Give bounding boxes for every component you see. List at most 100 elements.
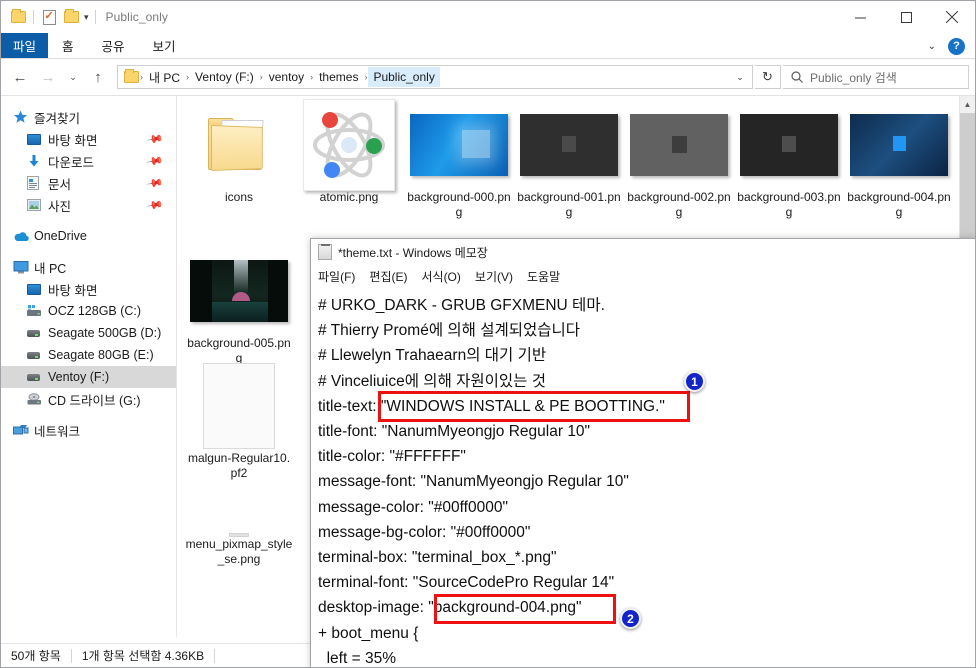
sidebar-item-drive-e[interactable]: Seagate 80GB (E:): [1, 344, 176, 366]
breadcrumb-item-themes[interactable]: themes: [314, 67, 363, 87]
breadcrumb-item-ventoy[interactable]: Ventoy (F:): [190, 67, 259, 87]
file-item-background-003[interactable]: background-003.png: [735, 100, 843, 220]
tab-share[interactable]: 공유: [88, 33, 139, 58]
sidebar-item-this-pc[interactable]: 내 PC: [1, 256, 176, 278]
address-dropdown-icon[interactable]: ⌄: [730, 72, 750, 83]
folder-icon[interactable]: [123, 69, 139, 83]
folder-thumbnail: [185, 100, 293, 190]
close-icon[interactable]: [929, 1, 975, 33]
file-item-background-001[interactable]: background-001.png: [515, 100, 623, 220]
sidebar-item-label: 문서: [48, 177, 72, 192]
selection-info: 1개 항목 선택함 4.36KB: [81, 649, 205, 663]
sidebar-item-documents[interactable]: 문서 📌: [1, 172, 176, 194]
back-button[interactable]: ←: [7, 64, 33, 90]
file-name: background-001.png: [517, 190, 621, 219]
file-thumbnail: [405, 100, 513, 190]
pin-icon[interactable]: 📌: [146, 152, 165, 171]
file-thumbnail: [295, 99, 403, 191]
text-line: left = 35%: [318, 649, 396, 667]
tab-file[interactable]: 파일: [1, 33, 49, 58]
sidebar-item-drive-c[interactable]: OCZ 128GB (C:): [1, 300, 176, 322]
blank-file-icon: [203, 363, 275, 449]
item-count: 50개 항목: [11, 649, 61, 663]
sidebar-item-downloads[interactable]: 다운로드 📌: [1, 150, 176, 172]
sidebar-item-label: 바탕 화면: [48, 283, 98, 298]
sidebar-item-label: Seagate 80GB (E:): [48, 348, 154, 362]
address-input[interactable]: › 내 PC › Ventoy (F:) › ventoy › themes ›…: [117, 65, 753, 89]
new-folder-icon[interactable]: [60, 6, 82, 28]
text-line: message-color: "#00ff0000": [318, 498, 508, 516]
scroll-up-icon[interactable]: ▲: [960, 96, 975, 113]
sidebar-item-drive-f-ventoy[interactable]: Ventoy (F:): [1, 366, 176, 388]
file-item-icons[interactable]: icons: [185, 100, 293, 205]
search-icon: [791, 71, 803, 83]
file-name: background-003.png: [737, 190, 841, 219]
image-preview: [850, 114, 948, 176]
file-item-background-005[interactable]: background-005.png: [185, 246, 293, 366]
recent-locations-icon[interactable]: ⌄: [63, 64, 83, 90]
status-divider: [70, 648, 72, 663]
text-line: title-color: "#FFFFFF": [318, 448, 466, 466]
breadcrumb-item-ventoy-folder[interactable]: ventoy: [264, 67, 309, 87]
tab-home[interactable]: 홈: [48, 33, 88, 58]
sidebar-item-label: 내 PC: [34, 261, 67, 276]
sidebar-item-cd-drive-g[interactable]: CD 드라이브 (G:): [1, 388, 176, 410]
minimize-icon[interactable]: [837, 1, 883, 33]
customize-caret-icon[interactable]: ▾: [82, 12, 91, 23]
window-controls: [837, 1, 975, 33]
sidebar-item-onedrive[interactable]: OneDrive: [1, 225, 176, 247]
search-input[interactable]: Public_only 검색: [783, 65, 969, 89]
breadcrumb-item-this-pc[interactable]: 내 PC: [144, 67, 185, 87]
file-item-atomic-png[interactable]: atomic.png: [295, 99, 403, 205]
file-thumbnail: [625, 100, 733, 190]
menu-format[interactable]: 서식(O): [421, 268, 460, 285]
pin-icon[interactable]: 📌: [146, 174, 165, 193]
menu-edit[interactable]: 편집(E): [369, 268, 407, 285]
file-name: background-000.png: [407, 190, 511, 219]
sidebar-item-pictures[interactable]: 사진 📌: [1, 194, 176, 216]
pin-icon[interactable]: 📌: [146, 130, 165, 149]
menu-view[interactable]: 보기(V): [475, 268, 513, 285]
sidebar-item-desktop[interactable]: 바탕 화면 📌: [1, 128, 176, 150]
tab-view[interactable]: 보기: [139, 33, 190, 58]
menu-file[interactable]: 파일(F): [318, 268, 355, 285]
annotation-box-desktop-image: [434, 594, 616, 624]
notepad-menu-bar: 파일(F) 편집(E) 서식(O) 보기(V) 도움말: [311, 265, 975, 287]
forward-button[interactable]: →: [35, 64, 61, 90]
sidebar-item-label: OCZ 128GB (C:): [48, 304, 142, 318]
file-thumbnail: [185, 501, 293, 537]
folder-icon[interactable]: [7, 6, 29, 28]
file-item-menu-pixmap[interactable]: menu_pixmap_style_se.png: [185, 501, 293, 567]
breadcrumb-item-public-only[interactable]: Public_only: [368, 67, 440, 87]
text-line: terminal-font: "SourceCodePro Regular 14…: [318, 574, 615, 592]
properties-icon[interactable]: [38, 6, 60, 28]
pin-icon[interactable]: 📌: [146, 196, 165, 215]
toolbar-divider: [94, 10, 96, 24]
chevron-down-icon[interactable]: ⌄: [924, 41, 940, 52]
up-button[interactable]: ↑: [85, 64, 111, 90]
file-item-background-004[interactable]: background-004.png: [845, 100, 953, 220]
help-icon[interactable]: ?: [948, 37, 965, 55]
documents-icon: [27, 176, 45, 190]
annotation-badge-2: 2: [620, 608, 641, 629]
notepad-text-area[interactable]: # URKO_DARK - GRUB GFXMENU 테마. # Thierry…: [311, 287, 975, 667]
notepad-window[interactable]: *theme.txt - Windows 메모장 파일(F) 편집(E) 서식(…: [310, 238, 976, 668]
sidebar-item-desktop-pc[interactable]: 바탕 화면: [1, 278, 176, 300]
refresh-icon[interactable]: ↻: [755, 65, 781, 89]
text-line: + boot_menu {: [318, 624, 419, 642]
file-item-background-000[interactable]: background-000.png: [405, 100, 513, 220]
file-item-background-002[interactable]: background-002.png: [625, 100, 733, 220]
address-bar: ← → ⌄ ↑ › 내 PC › Ventoy (F:) › ventoy › …: [1, 59, 975, 95]
sidebar-item-drive-d[interactable]: Seagate 500GB (D:): [1, 322, 176, 344]
sidebar-item-favorites[interactable]: 즐겨찾기: [1, 106, 176, 128]
drive-icon: [27, 329, 45, 337]
file-thumbnail: [185, 361, 293, 451]
text-line-desktop-image: desktop-image: "background-004.png": [318, 599, 582, 617]
quick-access-toolbar[interactable]: ▾: [7, 6, 100, 28]
file-item-malgun-font[interactable]: malgun-Regular10.pf2: [185, 361, 293, 481]
maximize-icon[interactable]: [883, 1, 929, 33]
sidebar-item-network[interactable]: 네트워크: [1, 419, 176, 441]
menu-help[interactable]: 도움말: [527, 268, 560, 285]
navigation-pane[interactable]: 즐겨찾기 바탕 화면 📌 다운로드 📌 문서 📌 사진 📌 OneDrive 내…: [1, 96, 177, 637]
onedrive-cloud-icon: [13, 231, 31, 242]
